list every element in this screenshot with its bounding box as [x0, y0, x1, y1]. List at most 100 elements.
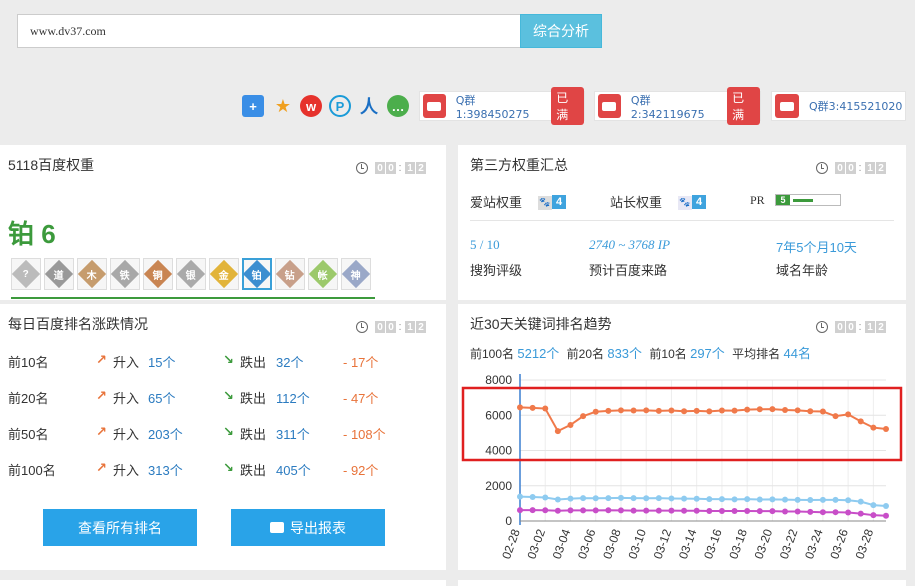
- data-point: [769, 496, 776, 503]
- qq-group-label: Q群3:415521020: [809, 100, 903, 113]
- zhanzhang-weight-badge[interactable]: 🐾 4: [678, 193, 706, 210]
- data-point: [681, 408, 688, 415]
- arrow-down-icon: ↘: [223, 460, 234, 475]
- data-point: [554, 496, 561, 503]
- medal-badge[interactable]: 金: [209, 258, 239, 290]
- export-report-button[interactable]: 导出报表: [231, 509, 385, 546]
- medal-badge[interactable]: 帐: [308, 258, 338, 290]
- x-tick-label: 03-14: [676, 527, 700, 561]
- data-point: [567, 421, 574, 428]
- timer-digit: 2: [876, 162, 886, 174]
- x-tick-label: 03-20: [752, 527, 776, 561]
- drop-label: 跌出: [240, 391, 267, 406]
- data-point: [731, 407, 738, 414]
- data-point: [529, 494, 536, 501]
- qq-group-2[interactable]: Q群2:342119675 已满: [594, 87, 761, 125]
- renren-icon[interactable]: 人: [358, 95, 380, 117]
- timer-digit: 2: [416, 321, 426, 333]
- rise-label: 升入: [113, 427, 140, 442]
- data-point: [592, 495, 599, 502]
- wechat-icon[interactable]: …: [387, 95, 409, 117]
- qq-group-1[interactable]: Q群1:398450275 已满: [419, 87, 585, 125]
- medal-badge[interactable]: 木: [77, 258, 107, 290]
- update-timer: 0 0 : 1 2: [816, 320, 896, 334]
- data-point: [883, 425, 889, 432]
- medal-label: 铂: [252, 270, 262, 282]
- aizhan-weight-badge[interactable]: 🐾 4: [538, 193, 566, 210]
- data-point: [819, 509, 826, 516]
- sogou-value: 5 / 10: [470, 237, 500, 252]
- net-change-value: - 17个: [343, 355, 379, 370]
- timer-digit: 0: [835, 162, 845, 174]
- data-point: [668, 507, 675, 514]
- avg-rank-value: 44名: [783, 346, 811, 361]
- x-tick-label: 03-02: [524, 527, 548, 561]
- data-point: [554, 507, 561, 514]
- data-point: [832, 509, 839, 516]
- medal-label: 银: [186, 270, 196, 282]
- data-point: [782, 496, 789, 503]
- data-point: [517, 493, 523, 500]
- medal-badge[interactable]: ?: [11, 258, 41, 290]
- data-point: [832, 413, 839, 420]
- rise-value: 65个: [148, 391, 176, 406]
- clock-icon: [356, 162, 368, 174]
- data-point: [567, 507, 574, 514]
- medal-badge[interactable]: 铜: [143, 258, 173, 290]
- medal-badge[interactable]: 铂: [242, 258, 272, 290]
- medal-badge[interactable]: 铁: [110, 258, 140, 290]
- data-point: [706, 408, 713, 415]
- arrow-down-icon: ↘: [223, 424, 234, 439]
- drop-value: 32个: [276, 355, 304, 370]
- plus-share-icon[interactable]: +: [242, 95, 264, 117]
- clock-icon: [356, 321, 368, 333]
- net-change-value: - 47个: [343, 391, 379, 406]
- data-point: [782, 406, 789, 413]
- data-point: [655, 495, 662, 502]
- data-point: [517, 507, 523, 514]
- p-share-icon[interactable]: P: [329, 95, 351, 117]
- data-point: [807, 408, 814, 415]
- medal-badge[interactable]: 钻: [275, 258, 305, 290]
- qq-group-3[interactable]: Q群3:415521020: [771, 91, 906, 121]
- data-point: [630, 495, 637, 502]
- timer-digit: 0: [386, 162, 396, 174]
- top10-label: 前10名: [649, 347, 687, 361]
- data-point: [693, 507, 700, 514]
- data-point: [819, 496, 826, 503]
- x-tick-label: 03-12: [651, 527, 675, 561]
- data-point: [655, 407, 662, 414]
- pr-bar: 5: [775, 194, 841, 206]
- rank-range-label: 前20名: [8, 391, 49, 406]
- series-line: [519, 406, 887, 433]
- rise-value: 313个: [148, 463, 183, 478]
- panel-title: 每日百度排名涨跌情况: [8, 316, 148, 332]
- search-input[interactable]: [17, 14, 521, 48]
- medal-badge[interactable]: 银: [176, 258, 206, 290]
- qzone-star-icon[interactable]: ★: [272, 95, 294, 117]
- data-point: [554, 428, 561, 435]
- pr-label: PR: [750, 193, 765, 207]
- medal-badge[interactable]: 神: [341, 258, 371, 290]
- medal-badge[interactable]: 道: [44, 258, 74, 290]
- data-point: [542, 405, 549, 412]
- top100-value: 5212个: [517, 346, 560, 361]
- trend-summary: 前100名 5212个 前20名 833个 前10名 297个 平均排名 44名: [470, 343, 811, 362]
- arrow-down-icon: ↘: [223, 388, 234, 403]
- analyze-button[interactable]: 综合分析: [520, 14, 602, 48]
- view-all-rankings-button[interactable]: 查看所有排名: [43, 509, 197, 546]
- data-point: [870, 502, 877, 509]
- update-timer: 0 0 : 1 2: [356, 320, 436, 334]
- data-point: [529, 404, 536, 411]
- data-point: [542, 507, 549, 514]
- data-point: [643, 495, 650, 502]
- data-point: [592, 507, 599, 514]
- weibo-icon[interactable]: w: [300, 95, 322, 117]
- clock-icon: [816, 321, 828, 333]
- printer-icon: [270, 522, 284, 533]
- data-point: [643, 507, 650, 514]
- timer-digit: 0: [375, 321, 385, 333]
- y-tick-label: 2000: [485, 479, 512, 493]
- qq-group-label: Q群1:398450275: [455, 93, 530, 121]
- medal-label: 金: [219, 270, 229, 282]
